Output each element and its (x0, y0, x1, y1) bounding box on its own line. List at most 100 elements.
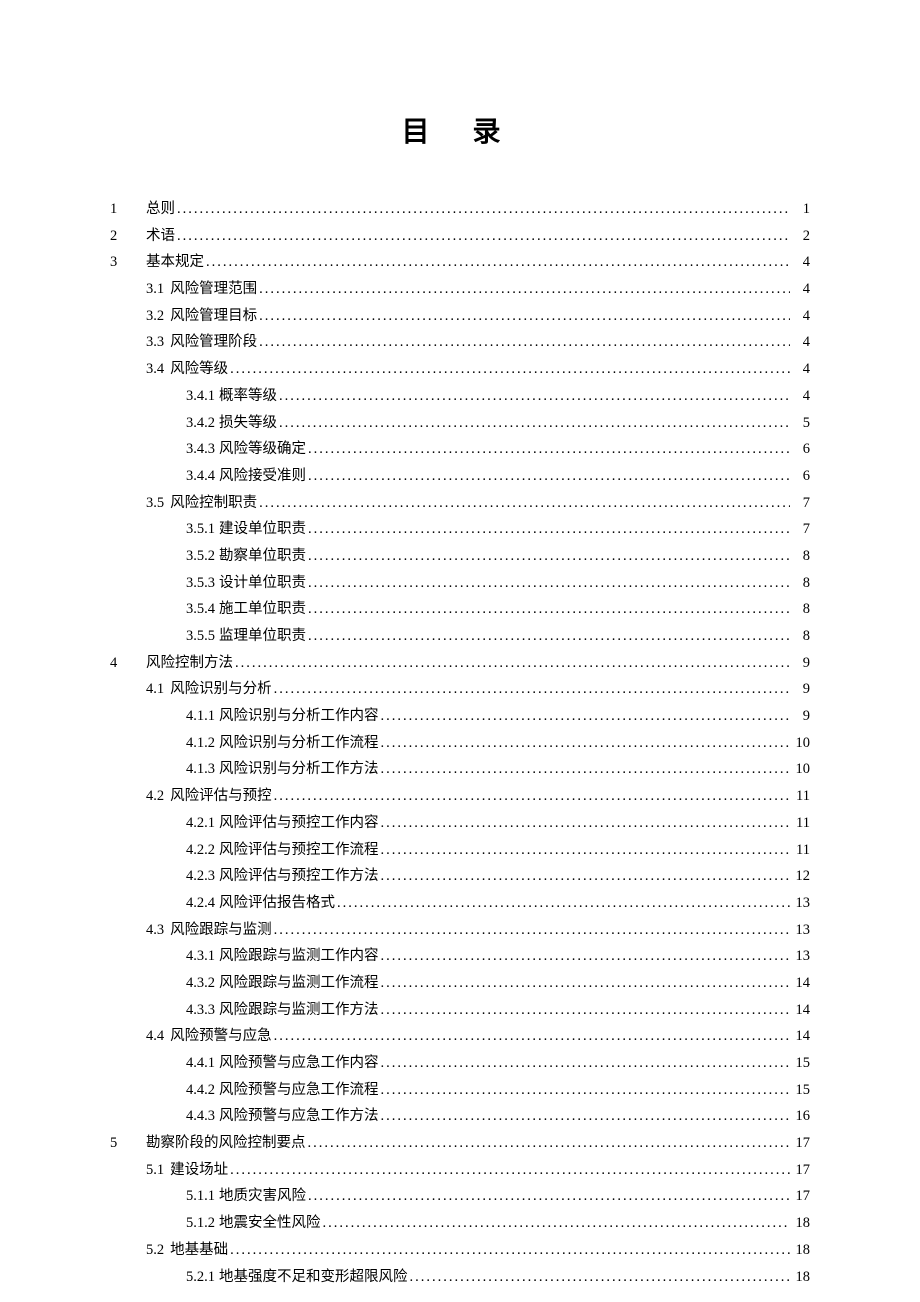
toc-page-number: 9 (792, 705, 810, 728)
toc-entry: 4.2.3风险评估与预控工作方法 12 (110, 865, 810, 888)
toc-entry-text: 5.1 建设场址 (146, 1159, 228, 1182)
toc-leader-dots (259, 305, 790, 328)
toc-entry-title: 风险管理阶段 (170, 334, 257, 350)
toc-section-label: 4.3.1 (186, 948, 215, 964)
toc-entry: 4.3.3风险跟踪与监测工作方法14 (110, 999, 810, 1022)
toc-page-number: 9 (792, 652, 810, 675)
toc-entry-title: 风险识别与分析工作方法 (219, 761, 379, 777)
toc-entry: 5.1.1地质灾害风险17 (110, 1185, 810, 1208)
toc-entry-text: 4.2.1风险评估与预控工作内容 (146, 812, 379, 835)
toc-page-number: 8 (792, 625, 810, 648)
toc-section-label: 4.4.2 (186, 1082, 215, 1098)
toc-entry-title: 基本规定 (146, 254, 204, 270)
toc-page-number: 18 (792, 1266, 810, 1289)
toc-entry-title: 风险识别与分析工作流程 (219, 735, 379, 751)
toc-entry-text: 4.3风险跟踪与监测 (146, 919, 272, 942)
toc-entry-title: 建设场址 (170, 1162, 228, 1178)
toc-leader-dots (381, 1105, 791, 1128)
toc-entry-title: 概率等级 (219, 388, 277, 404)
toc-entry-title: 风险跟踪与监测工作方法 (219, 1002, 379, 1018)
toc-entry-title: 地基基础 (170, 1242, 228, 1258)
toc-leader-dots (206, 251, 790, 274)
toc-entry-text: 4.1.1风险识别与分析工作内容 (146, 705, 379, 728)
toc-page-number: 12 (792, 865, 810, 888)
toc-section-label: 4.3.2 (186, 975, 215, 991)
toc-entry: 3基本规定4 (110, 251, 810, 274)
toc-entry-text: 5.1.2地震安全性风险 (146, 1212, 321, 1235)
toc-entry-text: 4.2风险评估与预控 (146, 785, 272, 808)
toc-entry-text: 4.4.3风险预警与应急工作方法 (146, 1105, 379, 1128)
toc-section-label: 4.1.1 (186, 708, 215, 724)
toc-entry: 4.2风险评估与预控 11 (110, 785, 810, 808)
toc-leader-dots (259, 278, 790, 301)
toc-page-number: 14 (792, 1025, 810, 1048)
toc-section-label: 3.5.5 (186, 628, 215, 644)
toc-leader-dots (274, 785, 790, 808)
toc-section-label: 3.4.3 (186, 441, 215, 457)
toc-page-number: 13 (792, 892, 810, 915)
toc-section-label: 4.2 (146, 788, 164, 804)
toc-page-number: 4 (792, 331, 810, 354)
toc-leader-dots (337, 892, 790, 915)
toc-leader-dots (381, 812, 791, 835)
toc-entry-text: 3.5.3设计单位职责 (146, 572, 306, 595)
toc-entry-text: 4.3.1风险跟踪与监测工作内容 (146, 945, 379, 968)
toc-entry-text: 4.4风险预警与应急 (146, 1025, 272, 1048)
toc-page-number: 2 (792, 225, 810, 248)
toc-leader-dots (410, 1266, 791, 1289)
toc-page-number: 6 (792, 465, 810, 488)
toc-entry-title: 风险预警与应急工作方法 (219, 1108, 379, 1124)
toc-entry: 5.2.1地基强度不足和变形超限风险18 (110, 1266, 810, 1289)
toc-leader-dots (308, 545, 790, 568)
toc-entry: 3.4.3风险等级确定6 (110, 438, 810, 461)
toc-entry-text: 3.4.3风险等级确定 (146, 438, 306, 461)
toc-entry-text: 4.3.2风险跟踪与监测工作流程 (146, 972, 379, 995)
toc-page-number: 17 (792, 1159, 810, 1182)
toc-page-number: 8 (792, 545, 810, 568)
toc-entry-title: 风险等级确定 (219, 441, 306, 457)
toc-entry: 3.5.2勘察单位职责8 (110, 545, 810, 568)
toc-page-number: 16 (792, 1105, 810, 1128)
toc-entry-title: 风险等级 (170, 361, 228, 377)
toc-entry-title: 风险识别与分析工作内容 (219, 708, 379, 724)
toc-page-number: 8 (792, 572, 810, 595)
toc-section-label: 5.2.1 (186, 1269, 215, 1285)
toc-page-number: 14 (792, 972, 810, 995)
toc-entry-title: 风险管理目标 (170, 308, 257, 324)
toc-chapter-number: 1 (110, 198, 146, 221)
toc-entry-title: 风险控制职责 (170, 495, 257, 511)
toc-section-label: 4.2.4 (186, 895, 215, 911)
toc-section-label: 5.1 (146, 1162, 164, 1178)
toc-entry-title: 地震安全性风险 (219, 1215, 321, 1231)
toc-page-number: 4 (792, 278, 810, 301)
toc-page-number: 18 (792, 1239, 810, 1262)
toc-leader-dots (308, 625, 790, 648)
toc-section-label: 3.5.4 (186, 601, 215, 617)
toc-leader-dots (279, 412, 790, 435)
toc-entry: 4.4.1风险预警与应急工作内容15 (110, 1052, 810, 1075)
toc-entry-text: 3.1风险管理范围 (146, 278, 257, 301)
toc-entry-text: 4.4.1风险预警与应急工作内容 (146, 1052, 379, 1075)
toc-entry-text: 4.2.3风险评估与预控工作方法 (146, 865, 379, 888)
toc-leader-dots (177, 225, 790, 248)
toc-leader-dots (259, 331, 790, 354)
toc-leader-dots (230, 1159, 790, 1182)
toc-page-number: 10 (792, 758, 810, 781)
toc-entry-title: 风险接受准则 (219, 468, 306, 484)
toc-leader-dots (274, 1025, 790, 1048)
toc-page-number: 11 (792, 812, 810, 835)
toc-entry: 4.1.1风险识别与分析工作内容 9 (110, 705, 810, 728)
toc-entry-title: 风险识别与分析 (170, 681, 272, 697)
toc-page-number: 11 (792, 785, 810, 808)
toc-entry: 1总则1 (110, 198, 810, 221)
toc-page-number: 7 (792, 518, 810, 541)
toc-section-label: 5.1.1 (186, 1188, 215, 1204)
toc-entry-text: 3.4.2损失等级 (146, 412, 277, 435)
toc-entry: 3.5.3设计单位职责 8 (110, 572, 810, 595)
toc-entry: 5.2地基基础18 (110, 1239, 810, 1262)
toc-leader-dots (274, 678, 790, 701)
toc-entry: 4.2.2风险评估与预控工作流程11 (110, 839, 810, 862)
toc-page-number: 18 (792, 1212, 810, 1235)
toc-section-label: 4.2.1 (186, 815, 215, 831)
toc-entry: 4.2.4风险评估报告格式13 (110, 892, 810, 915)
